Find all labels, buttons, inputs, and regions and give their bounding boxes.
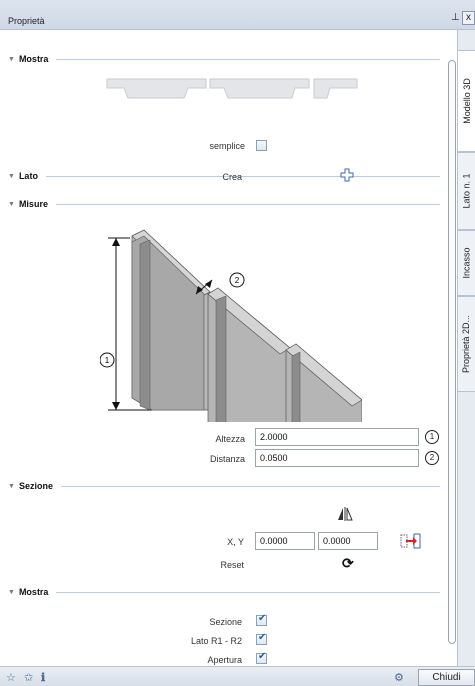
section-mostra-top[interactable]: ▼ Mostra xyxy=(8,53,440,65)
add-side-icon[interactable] xyxy=(340,168,354,182)
svg-text:1: 1 xyxy=(105,356,110,365)
tab-incasso[interactable]: Incasso xyxy=(458,230,475,296)
collapse-caret-icon[interactable]: ▼ xyxy=(8,483,15,490)
collapse-caret-icon[interactable]: ▼ xyxy=(8,201,15,208)
profile-style-3[interactable] xyxy=(313,78,358,99)
tab-modello-3d[interactable]: Modello 3D xyxy=(458,50,475,152)
svg-text:2: 2 xyxy=(235,276,240,285)
mirror-icon[interactable] xyxy=(336,506,354,522)
chiudi-button[interactable]: Chiudi xyxy=(418,669,475,686)
vertical-scrollbar[interactable] xyxy=(447,50,457,666)
collapse-caret-icon[interactable]: ▼ xyxy=(8,589,15,596)
sezione-option-label: Sezione xyxy=(209,617,242,627)
collapse-caret-icon[interactable]: ▼ xyxy=(8,173,15,180)
sezione-checkbox[interactable] xyxy=(256,613,267,626)
section-misure[interactable]: ▼ Misure xyxy=(8,198,440,210)
favorites-open-icon[interactable]: ☆ xyxy=(6,671,16,684)
tab-proprieta-2d[interactable]: Proprietà 2D... xyxy=(458,296,475,392)
section-label: Mostra xyxy=(18,587,49,597)
lato-r1-r2-label: Lato R1 - R2 xyxy=(190,636,242,646)
altezza-label: Altezza xyxy=(215,434,245,444)
apertura-label: Apertura xyxy=(207,655,242,665)
side-tab-strip: Modello 3D Lato n. 1 Incasso Proprietà 2… xyxy=(457,30,475,666)
section-label: Misure xyxy=(18,199,48,209)
section-rule xyxy=(60,485,440,487)
lato-r1-r2-checkbox[interactable] xyxy=(256,632,267,645)
section-rule xyxy=(45,175,440,177)
tab-label: Modello 3D xyxy=(461,78,472,124)
pin-icon[interactable]: ⊥ xyxy=(451,12,460,23)
section-label: Sezione xyxy=(18,481,53,491)
altezza-marker: 1 xyxy=(425,430,439,444)
profile-style-2[interactable] xyxy=(209,78,310,99)
distanza-marker: 2 xyxy=(425,451,439,465)
collapse-caret-icon[interactable]: ▼ xyxy=(8,56,15,63)
semplice-checkbox[interactable] xyxy=(256,140,267,151)
tab-lato-n1[interactable]: Lato n. 1 xyxy=(458,152,475,230)
apertura-checkbox[interactable] xyxy=(256,651,267,664)
favorites-save-icon[interactable]: ✩ xyxy=(24,671,33,684)
distanza-label: Distanza xyxy=(209,454,245,464)
scrollbar-thumb[interactable] xyxy=(448,60,456,644)
reset-label: Reset xyxy=(220,560,244,570)
distanza-input[interactable]: 0.0500 xyxy=(255,449,419,467)
semplice-label: semplice xyxy=(209,141,245,151)
profile-style-1[interactable] xyxy=(106,78,207,99)
window-title: Proprietà xyxy=(8,16,45,26)
section-rule xyxy=(55,203,440,205)
info-icon[interactable]: ℹ xyxy=(41,671,45,684)
dimension-diagram: 2 1 xyxy=(100,229,362,422)
section-rule xyxy=(56,58,440,60)
xy-label: X, Y xyxy=(227,537,244,547)
title-bar: Proprietà ⊥ x xyxy=(0,0,475,30)
section-rule xyxy=(56,591,440,593)
y-input[interactable]: 0.0000 xyxy=(318,532,378,550)
tab-label: Incasso xyxy=(461,247,472,279)
section-label: Mostra xyxy=(18,54,49,64)
x-input[interactable]: 0.0000 xyxy=(255,532,315,550)
status-bar: ☆ ✩ ℹ ⚙ Chiudi xyxy=(0,666,475,686)
crea-label: Crea xyxy=(222,172,242,182)
profile-style-selector[interactable] xyxy=(106,78,358,100)
close-icon[interactable]: x xyxy=(462,11,475,25)
settings-gear-icon[interactable]: ⚙ xyxy=(394,671,404,684)
section-label: Lato xyxy=(18,171,38,181)
pick-point-icon[interactable] xyxy=(400,532,422,550)
section-sezione[interactable]: ▼ Sezione xyxy=(8,480,440,492)
tab-label: Lato n. 1 xyxy=(461,173,472,209)
reset-icon[interactable]: ⟳ xyxy=(342,555,354,572)
altezza-input[interactable]: 2.0000 xyxy=(255,428,419,446)
properties-panel: ▼ Mostra semplice ▼ Lato Crea ▼ Misure 2… xyxy=(0,30,447,666)
section-mostra-bottom[interactable]: ▼ Mostra xyxy=(8,586,440,598)
tab-label: Proprietà 2D... xyxy=(461,314,472,374)
